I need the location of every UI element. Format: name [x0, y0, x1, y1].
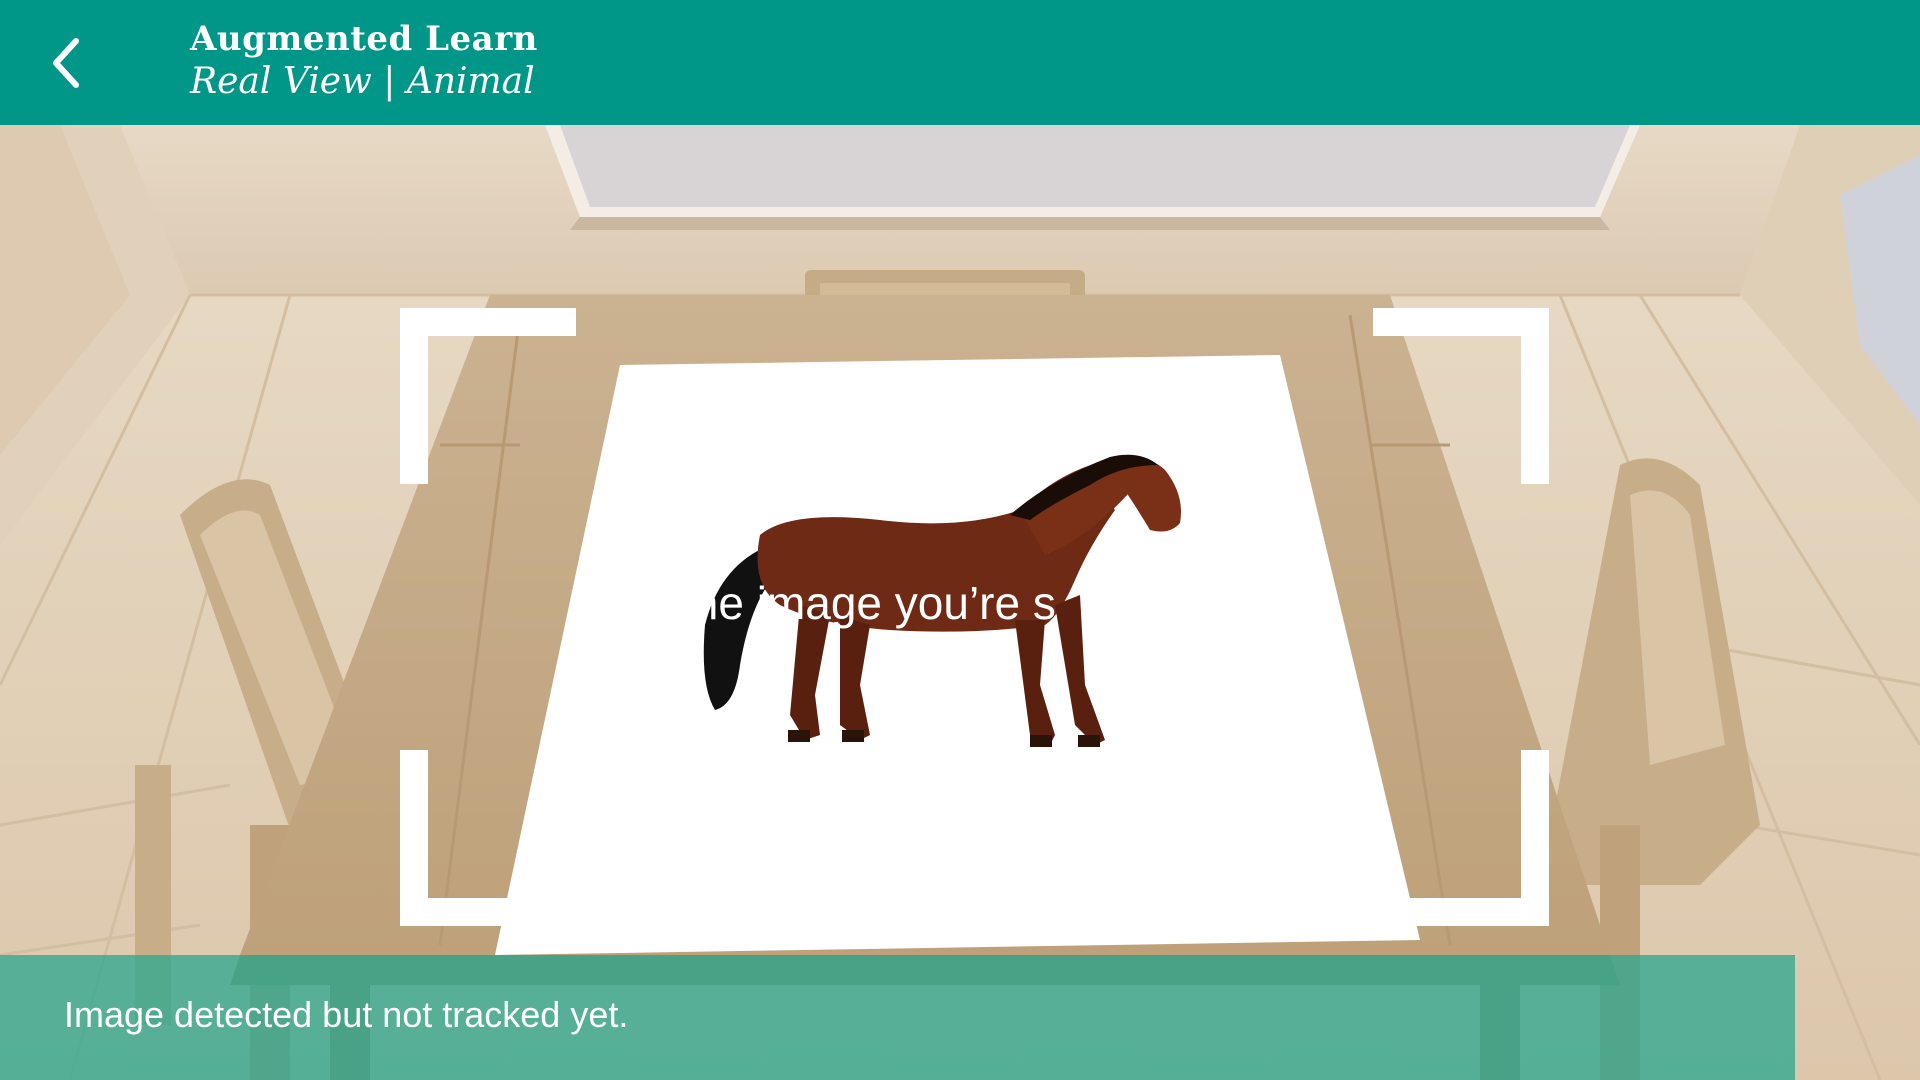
app-title: Augmented Learn [190, 19, 538, 59]
chevron-left-icon [53, 38, 79, 88]
scan-frame-corner-bottom-right [1373, 750, 1549, 926]
scan-frame-corner-top-left [400, 308, 576, 484]
scan-frame-corner-bottom-left [400, 750, 576, 926]
tracking-status-message: Image detected but not tracked yet. [64, 994, 629, 1035]
camera-view: the image you’re s [0, 125, 1920, 1080]
app-subtitle: Real View | Animal [190, 61, 535, 102]
ar-camera-screen: Augmented Learn Real View | Animal the i… [0, 0, 1920, 1080]
app-bar: Augmented Learn Real View | Animal [0, 0, 1920, 125]
title-block: Augmented Learn Real View | Animal [190, 18, 538, 104]
tracking-status-bar: Image detected but not tracked yet. [0, 955, 1795, 1080]
back-button[interactable] [36, 28, 96, 98]
scan-frame-corner-top-right [1373, 308, 1549, 484]
scan-hint-text: the image you’re s [700, 577, 1056, 629]
